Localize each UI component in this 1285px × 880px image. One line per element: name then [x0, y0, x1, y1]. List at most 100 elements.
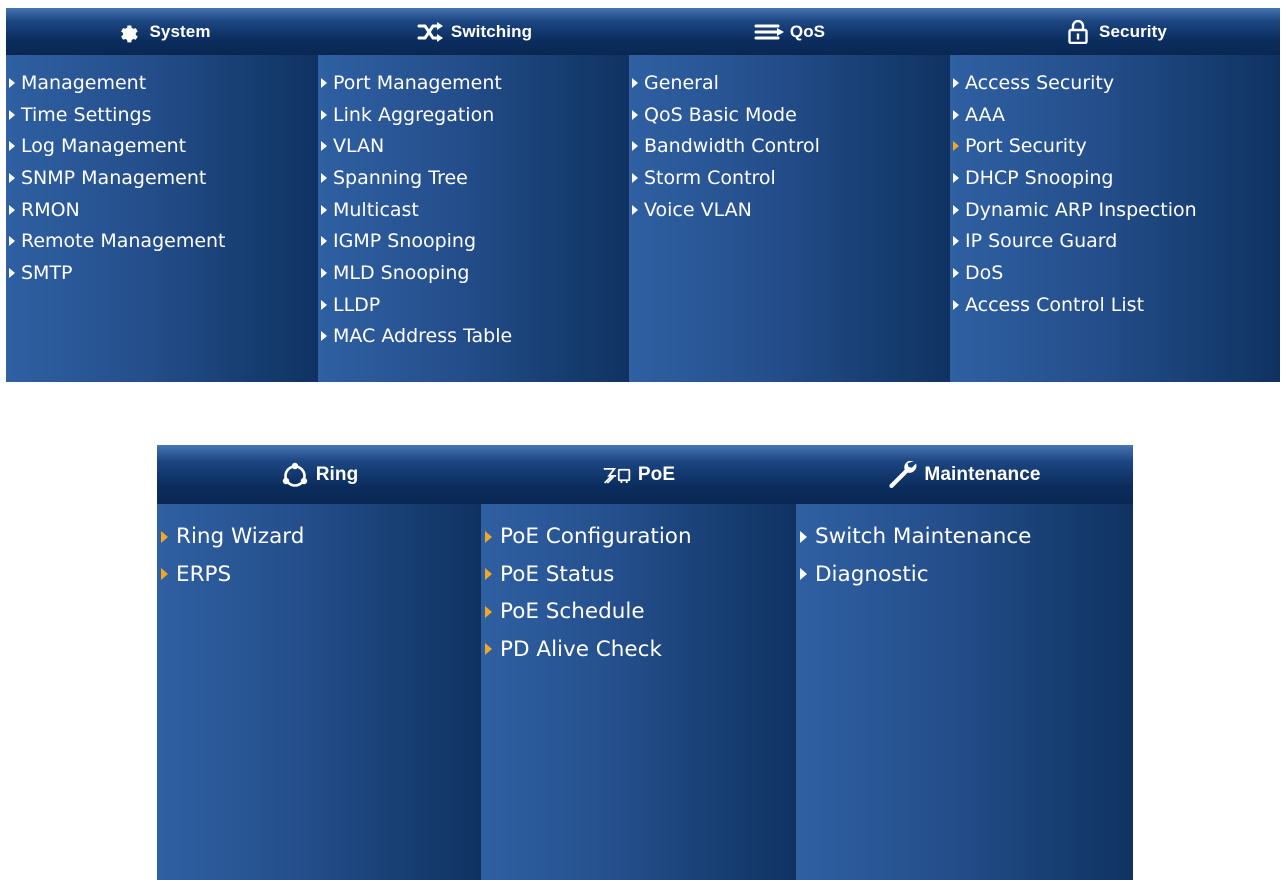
arrow-right-icon	[9, 236, 15, 247]
menu-item-switch-maintenance[interactable]: Switch Maintenance	[796, 518, 1133, 556]
menu-header-qos[interactable]: QoS	[629, 8, 950, 55]
menu-list-system: Management Time Settings Log Management …	[6, 55, 318, 289]
menu-list-qos: General QoS Basic Mode Bandwidth Control…	[629, 55, 950, 225]
menu-item-poe-schedule[interactable]: PoE Schedule	[481, 593, 796, 631]
arrow-right-icon	[632, 77, 638, 88]
menu-item-access-control-list[interactable]: Access Control List	[950, 289, 1280, 321]
arrow-right-icon	[321, 77, 327, 88]
menu-title: PoE	[637, 463, 676, 485]
arrow-right-icon	[321, 267, 327, 278]
arrow-right-icon	[321, 172, 327, 183]
arrow-right-icon	[632, 172, 638, 183]
menu-column-system: System Management Time Settings Log Mana…	[6, 8, 318, 382]
arrow-right-icon	[632, 141, 638, 152]
poe-plug-icon	[602, 462, 632, 488]
menu-item-link-aggregation[interactable]: Link Aggregation	[318, 99, 629, 131]
arrow-right-icon	[321, 204, 327, 215]
main-menu-bottom: Ring Ring Wizard ERPS PoE PoE Configurat…	[157, 445, 1133, 880]
menu-header-poe[interactable]: PoE	[481, 445, 796, 504]
menu-item-time-settings[interactable]: Time Settings	[6, 99, 318, 131]
menu-item-port-security[interactable]: Port Security	[950, 130, 1280, 162]
menu-list-poe: PoE Configuration PoE Status PoE Schedul…	[481, 504, 796, 668]
menu-item-poe-configuration[interactable]: PoE Configuration	[481, 518, 796, 556]
menu-item-poe-status[interactable]: PoE Status	[481, 556, 796, 594]
menu-item-vlan[interactable]: VLAN	[318, 130, 629, 162]
menu-column-poe: PoE PoE Configuration PoE Status PoE Sch…	[481, 445, 796, 880]
padlock-icon	[1063, 19, 1093, 45]
arrow-right-icon	[161, 568, 168, 581]
main-menu-top: System Management Time Settings Log Mana…	[6, 8, 1280, 382]
arrow-right-icon	[800, 530, 807, 543]
menu-item-snmp-management[interactable]: SNMP Management	[6, 162, 318, 194]
menu-item-bandwidth-control[interactable]: Bandwidth Control	[629, 130, 950, 162]
ring-icon	[280, 462, 310, 488]
menu-item-aaa[interactable]: AAA	[950, 99, 1280, 131]
wrench-icon	[888, 460, 918, 488]
menu-list-ring: Ring Wizard ERPS	[157, 504, 481, 593]
menu-item-diagnostic[interactable]: Diagnostic	[796, 556, 1133, 594]
menu-item-qos-basic-mode[interactable]: QoS Basic Mode	[629, 99, 950, 131]
menu-item-smtp[interactable]: SMTP	[6, 257, 318, 289]
arrow-right-icon	[953, 172, 959, 183]
arrow-right-icon	[632, 204, 638, 215]
menu-item-access-security[interactable]: Access Security	[950, 67, 1280, 99]
arrow-right-icon	[953, 267, 959, 278]
menu-title: Security	[1099, 21, 1167, 41]
menu-list-security: Access Security AAA Port Security DHCP S…	[950, 55, 1280, 321]
arrow-right-icon	[485, 568, 492, 581]
arrow-right-icon	[321, 236, 327, 247]
menu-column-switching: Switching Port Management Link Aggregati…	[318, 8, 629, 382]
arrow-right-icon	[321, 331, 327, 342]
menu-item-dynamic-arp-inspection[interactable]: Dynamic ARP Inspection	[950, 194, 1280, 226]
arrow-right-icon	[953, 109, 959, 120]
arrow-right-icon	[953, 141, 959, 152]
menu-title: Maintenance	[924, 463, 1041, 485]
arrow-right-icon	[800, 568, 807, 581]
arrow-right-icon	[485, 530, 492, 543]
gear-icon	[113, 19, 143, 45]
switching-arrows-icon	[415, 19, 445, 45]
arrow-right-icon	[9, 204, 15, 215]
menu-header-switching[interactable]: Switching	[318, 8, 629, 55]
menu-item-general[interactable]: General	[629, 67, 950, 99]
menu-item-multicast[interactable]: Multicast	[318, 194, 629, 226]
menu-item-log-management[interactable]: Log Management	[6, 130, 318, 162]
menu-item-ring-wizard[interactable]: Ring Wizard	[157, 518, 481, 556]
menu-column-security: Security Access Security AAA Port Securi…	[950, 8, 1280, 382]
menu-item-ip-source-guard[interactable]: IP Source Guard	[950, 225, 1280, 257]
menu-item-mld-snooping[interactable]: MLD Snooping	[318, 257, 629, 289]
menu-item-lldp[interactable]: LLDP	[318, 289, 629, 321]
menu-list-switching: Port Management Link Aggregation VLAN Sp…	[318, 55, 629, 352]
menu-item-remote-management[interactable]: Remote Management	[6, 225, 318, 257]
arrow-right-icon	[9, 109, 15, 120]
menu-item-igmp-snooping[interactable]: IGMP Snooping	[318, 225, 629, 257]
menu-item-pd-alive-check[interactable]: PD Alive Check	[481, 631, 796, 669]
menu-title: Switching	[450, 21, 533, 41]
menu-item-voice-vlan[interactable]: Voice VLAN	[629, 194, 950, 226]
arrow-right-icon	[321, 109, 327, 120]
menu-column-maintenance: Maintenance Switch Maintenance Diagnosti…	[796, 445, 1133, 880]
arrow-right-icon	[953, 299, 959, 310]
menu-column-qos: QoS General QoS Basic Mode Bandwidth Con…	[629, 8, 950, 382]
menu-item-storm-control[interactable]: Storm Control	[629, 162, 950, 194]
arrow-right-icon	[9, 77, 15, 88]
menu-item-spanning-tree[interactable]: Spanning Tree	[318, 162, 629, 194]
arrow-right-icon	[9, 267, 15, 278]
arrow-right-icon	[485, 643, 492, 656]
menu-item-dos[interactable]: DoS	[950, 257, 1280, 289]
menu-item-mac-address-table[interactable]: MAC Address Table	[318, 321, 629, 353]
arrow-right-icon	[9, 172, 15, 183]
menu-item-port-management[interactable]: Port Management	[318, 67, 629, 99]
menu-item-erps[interactable]: ERPS	[157, 556, 481, 594]
arrow-right-icon	[953, 77, 959, 88]
arrow-right-icon	[953, 204, 959, 215]
menu-header-security[interactable]: Security	[950, 8, 1280, 55]
menu-item-management[interactable]: Management	[6, 67, 318, 99]
arrow-right-icon	[632, 109, 638, 120]
menu-header-maintenance[interactable]: Maintenance	[796, 445, 1133, 504]
menu-item-rmon[interactable]: RMON	[6, 194, 318, 226]
menu-item-dhcp-snooping[interactable]: DHCP Snooping	[950, 162, 1280, 194]
menu-title: Ring	[315, 463, 359, 485]
menu-header-system[interactable]: System	[6, 8, 318, 55]
menu-header-ring[interactable]: Ring	[157, 445, 481, 504]
